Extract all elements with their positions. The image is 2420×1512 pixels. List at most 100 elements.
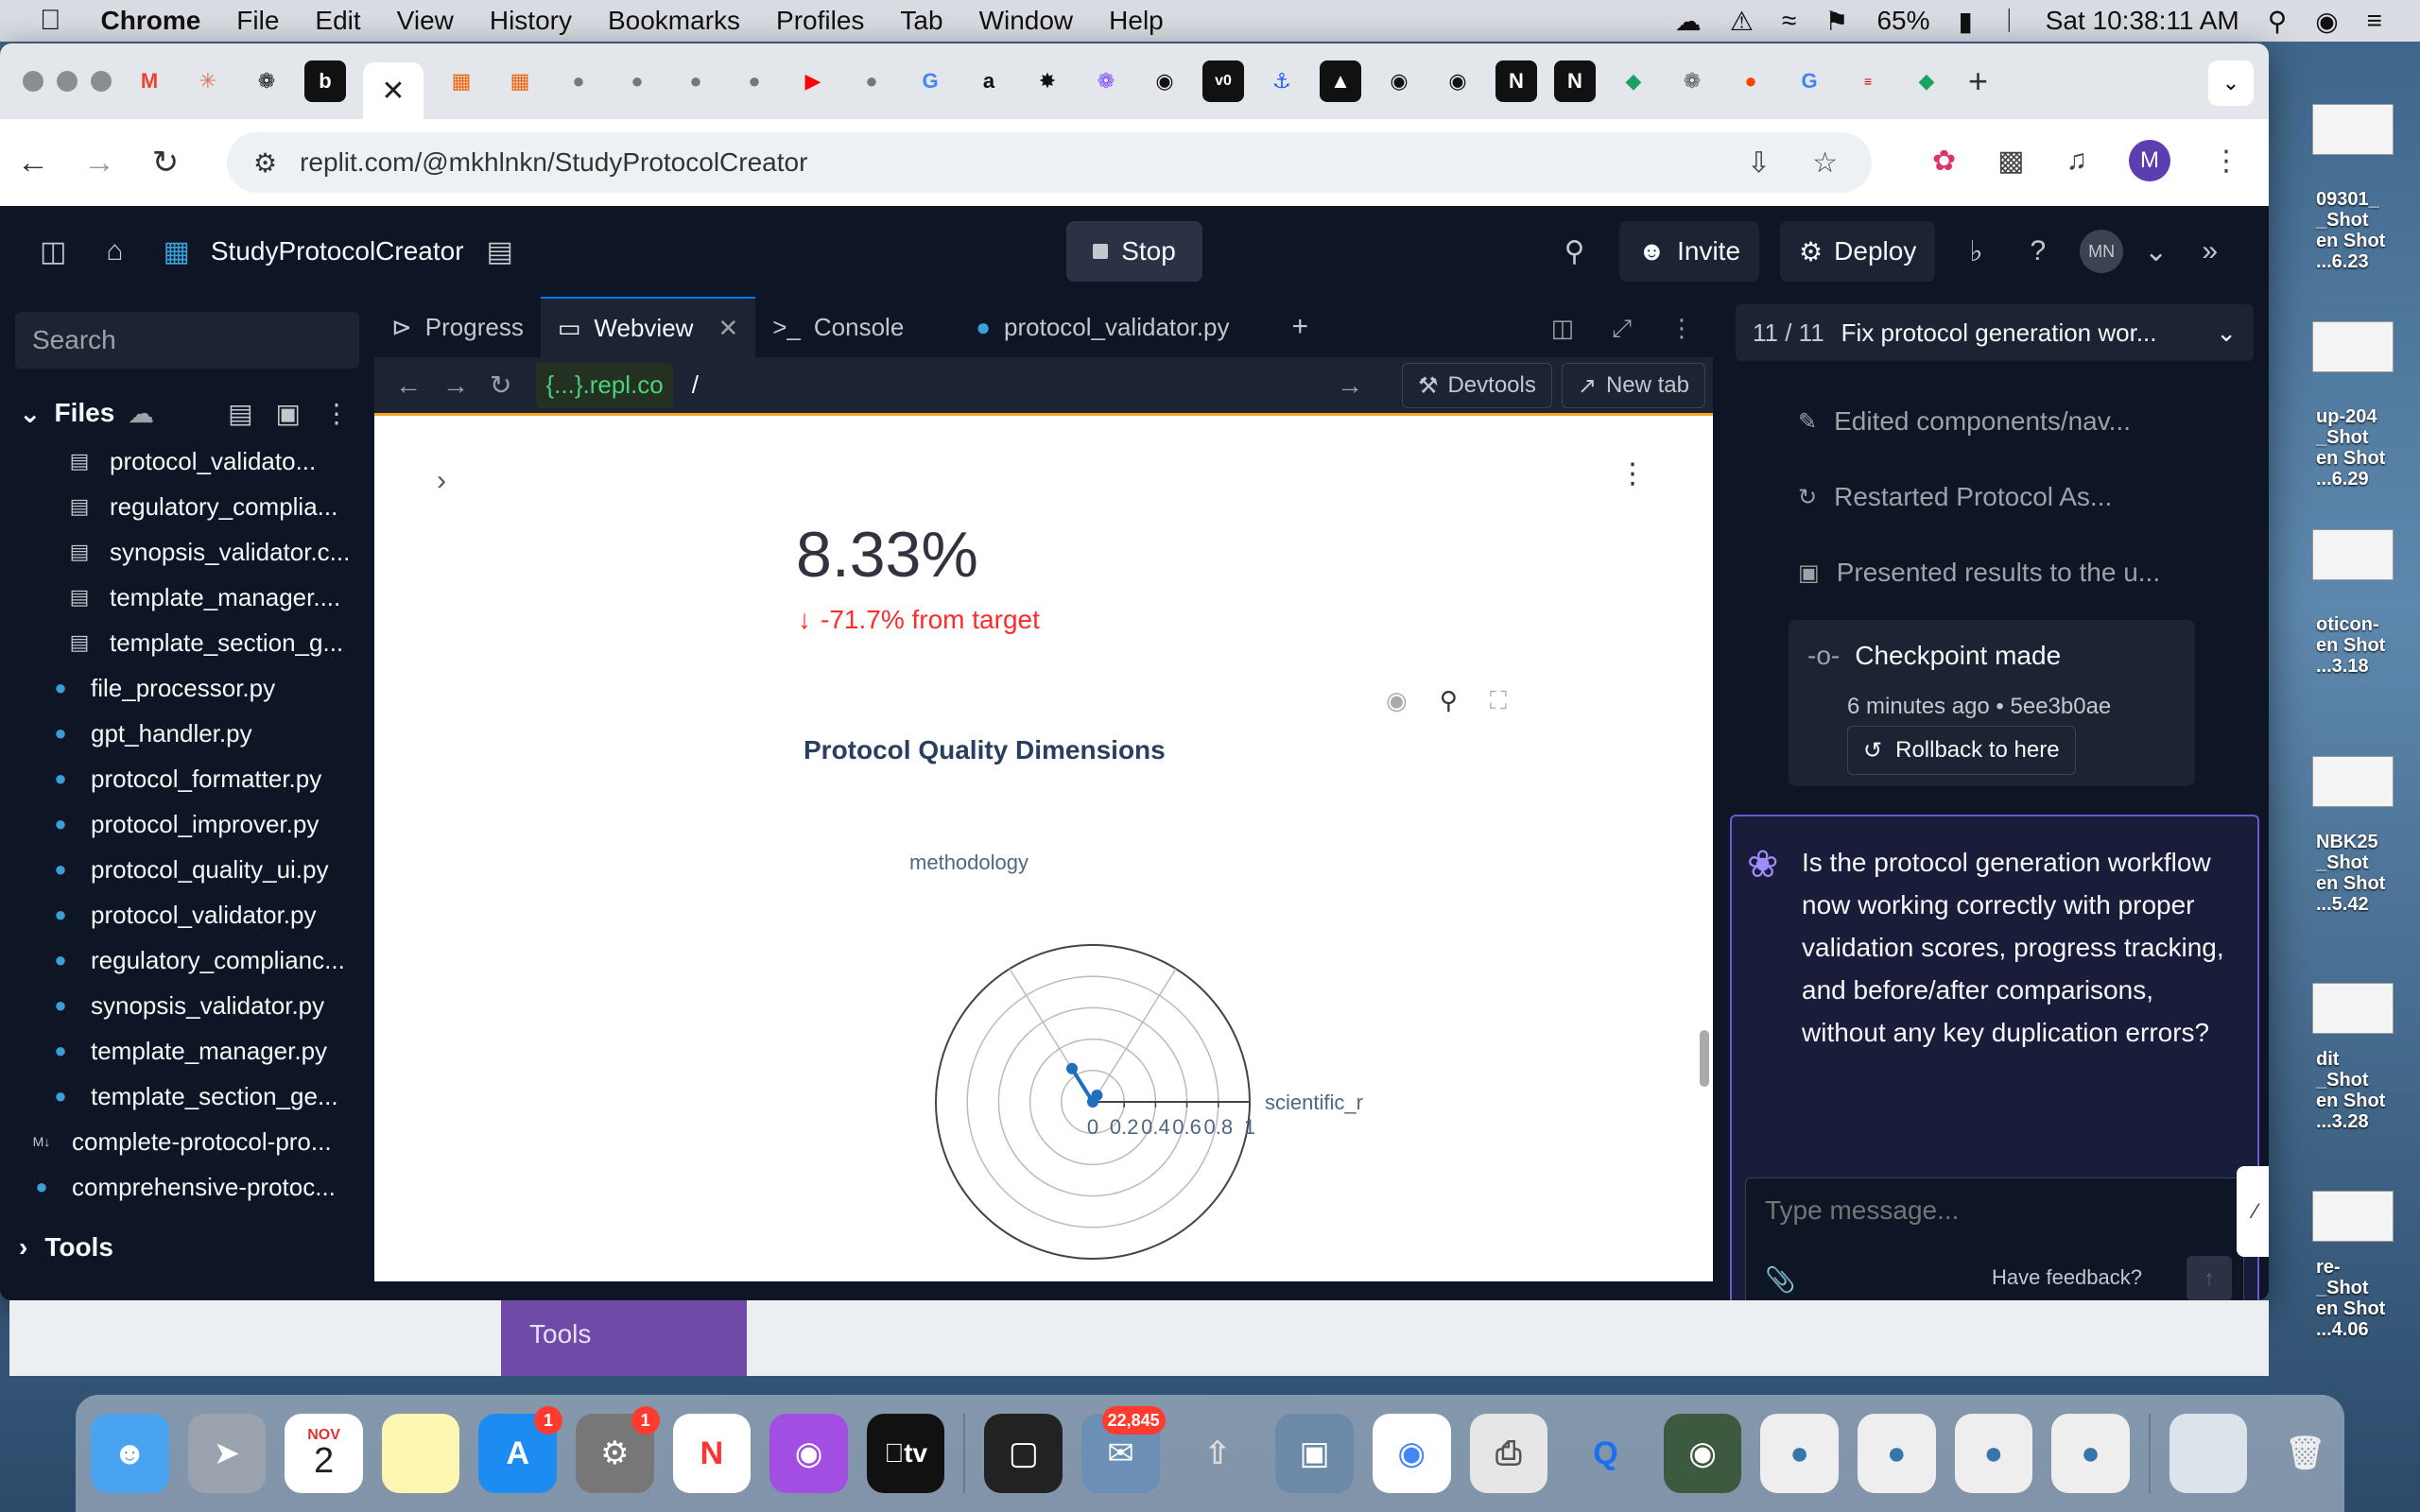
file-tree-item[interactable]: ● regulatory_complianc... [0,937,369,983]
perplexity-tab-icon[interactable]: ✸ [1027,60,1068,102]
forward-button[interactable]: → [66,145,132,181]
flag-icon[interactable]: ⚑ [1824,6,1848,37]
side-panel-toggle[interactable]: ⁄ [2237,1166,2269,1257]
file-tree-item[interactable]: ● protocol_improver.py [0,801,369,847]
reddit-tab-icon[interactable]: ● [1730,60,1772,102]
new-folder-icon[interactable]: ▣ [276,398,301,429]
screenshot-thumbnail[interactable] [2312,529,2394,580]
menu-view[interactable]: View [397,6,454,36]
add-tab-icon[interactable]: + [1275,297,1326,357]
alert-icon[interactable]: ⚠ [1730,6,1754,37]
app-store-icon[interactable]: A1 [478,1406,563,1493]
tab-console[interactable]: >_ Console [755,297,921,357]
address-url[interactable]: replit.com/@mkhlnkn/StudyProtocolCreator [300,147,807,178]
screenshot-thumbnail[interactable] [2312,1191,2394,1242]
address-bar[interactable]: ⚙ replit.com/@mkhlnkn/StudyProtocolCreat… [227,132,1872,193]
amazon-tab-icon[interactable]: a [968,60,1010,102]
back-button[interactable]: ← [0,145,66,181]
webview-domain[interactable]: {...}.repl.co [536,362,673,408]
apple-icon[interactable]:  [40,5,61,37]
screenshot-thumbnail[interactable] [2312,983,2394,1034]
file-tree-item[interactable]: ● gpt_handler.py [0,711,369,756]
notes-icon[interactable] [381,1414,460,1493]
menu-bookmarks[interactable]: Bookmarks [608,6,740,36]
app-menu-icon[interactable]: ⋮ [1618,457,1647,490]
google-tab-icon[interactable]: G [909,60,951,102]
battery-icon[interactable]: ▮ [1959,6,1973,37]
project-name[interactable]: StudyProtocolCreator [211,236,464,266]
file-tree-item[interactable]: ● protocol_validator.py [0,892,369,937]
screenshot-thumbnail[interactable] [2312,321,2394,372]
trash-icon[interactable]: 🗑 [2266,1414,2344,1493]
shield-tab-icon[interactable]: ◆ [1613,60,1654,102]
chevron-down-icon[interactable]: ⌄ [2144,235,2168,268]
profile-avatar[interactable]: M [2129,140,2170,181]
tab-protocol-validator[interactable]: ● protocol_validator.py [959,297,1246,357]
message-input[interactable] [1765,1195,2219,1226]
file-tree-item[interactable]: ● comprehensive-protoc... [0,1164,369,1210]
back-icon[interactable]: ← [395,370,422,401]
siri-icon[interactable]: ◉ [2315,6,2338,37]
extensions-icon[interactable]: ▩ [1997,145,2024,178]
user-avatar[interactable]: MN [2080,230,2124,273]
cursor-tab-icon[interactable]: ▲ [1320,60,1361,102]
notion-like-tab-icon[interactable]: ◉ [1378,60,1420,102]
menu-profiles[interactable]: Profiles [776,6,864,36]
bookmark-star-icon[interactable]: ☆ [1812,146,1838,180]
globe-tab-icon[interactable]: ● [734,60,775,102]
menu-history[interactable]: History [490,6,572,36]
sidebar-toggle-icon[interactable]: ◫ [40,235,66,268]
notion-like-tab-icon[interactable]: ◉ [1437,60,1478,102]
media-controls-icon[interactable]: ♫ [2066,145,2088,177]
attach-icon[interactable]: 📎 [1765,1265,1795,1295]
v0-tab-icon[interactable]: v0 [1202,60,1244,102]
new-file-icon[interactable]: ▤ [228,398,252,429]
file-tree-item[interactable]: ▤ template_manager.... [0,575,369,620]
youtube-tab-icon[interactable]: ▶ [792,60,834,102]
close-icon[interactable]: ✕ [717,314,738,343]
agent-task-header[interactable]: 11 / 11 Fix protocol generation wor... ⌄ [1736,304,2254,361]
python-launcher-icon[interactable]: ● [1857,1414,1936,1493]
file-tree-item[interactable]: ▤ template_section_g... [0,620,369,665]
new-tab-button[interactable]: ↗ New tab [1561,363,1705,408]
chatgpt-tab-icon[interactable]: ❁ [1671,60,1713,102]
stop-button[interactable]: Stop [1066,221,1202,282]
notion-tab-icon[interactable]: N [1495,60,1537,102]
site-info-icon[interactable]: ⚙ [253,147,277,179]
expand-panel-icon[interactable]: » [2188,235,2231,267]
zoom-window-icon[interactable] [91,71,112,92]
chrome-icon[interactable]: ◉ [1372,1414,1451,1493]
news-icon[interactable]: N [672,1414,752,1493]
menu-edit[interactable]: Edit [315,6,360,36]
printer-icon[interactable]: ⎙ [1469,1414,1548,1493]
battery-percent[interactable]: 65% [1876,6,1929,36]
fullscreen-icon[interactable]: ⛶ [1490,686,1507,716]
claude-tab-icon[interactable]: ✳ [187,60,229,102]
file-tree-item[interactable]: ● template_manager.py [0,1028,369,1074]
deploy-button[interactable]: ⚙ Deploy [1780,221,1936,282]
cube-app-icon[interactable]: ▢ [984,1414,1063,1493]
replit-tab-icon[interactable]: ▦ [499,60,541,102]
mail-icon[interactable]: ✉ 22,845 [1081,1406,1166,1493]
bolt-tab-icon[interactable]: b [304,60,346,102]
agent-action-item[interactable]: ✎ Edited components/nav... [1798,406,2131,437]
globe-tab-icon[interactable]: ● [851,60,892,102]
rocket-icon[interactable]: ⇧ [1179,1414,1257,1493]
downloads-stack-icon[interactable] [2169,1414,2248,1493]
shield-tab-icon[interactable]: ◆ [1906,60,1947,102]
webview-path-input[interactable]: / [692,370,699,400]
disk-utility-icon[interactable]: ◉ [1663,1414,1742,1493]
file-tree-item[interactable]: ▤ synopsis_validator.c... [0,529,369,575]
copilot-icon[interactable]: ✿ [1932,145,1956,178]
new-tab-button[interactable]: + [1968,61,1988,101]
globe-tab-icon[interactable]: ● [558,60,599,102]
preview-icon[interactable]: ▣ [1275,1414,1354,1493]
google-tab-icon[interactable]: G [1789,60,1830,102]
agent-action-item[interactable]: ▣ Presented results to the u... [1798,558,2160,588]
finder-icon[interactable]: ☻ [91,1414,169,1493]
podcasts-icon[interactable]: ◉ [769,1414,848,1493]
menu-file[interactable]: File [236,6,279,36]
file-tree-item[interactable]: ● protocol_formatter.py [0,756,369,801]
tab-progress[interactable]: ⊳ Progress [374,297,541,357]
rollback-button[interactable]: ↺ Rollback to here [1847,726,2076,775]
